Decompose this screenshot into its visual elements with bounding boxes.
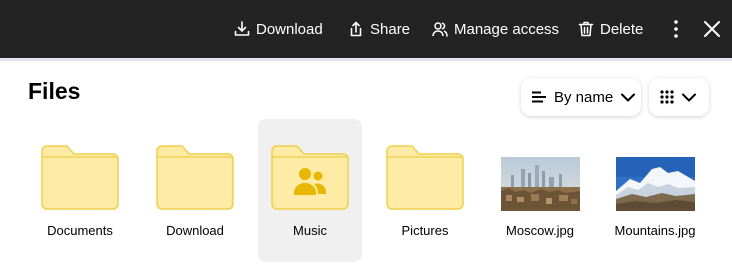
file-item-mountains-jpg[interactable]: Mountains.jpg <box>603 119 707 262</box>
trash-icon <box>578 21 594 37</box>
image-thumbnail <box>501 157 580 211</box>
file-item-moscow-jpg[interactable]: Moscow.jpg <box>488 119 592 262</box>
image-thumbnail <box>616 157 695 211</box>
file-item-label: Mountains.jpg <box>614 223 696 238</box>
file-item-download[interactable]: Download <box>143 119 247 262</box>
sort-label: By name <box>554 88 614 106</box>
sort-dropdown[interactable]: By name <box>521 78 641 116</box>
more-vertical-icon[interactable] <box>668 18 684 40</box>
folder-icon <box>156 145 234 210</box>
file-item-pictures[interactable]: Pictures <box>373 119 477 262</box>
download-label: Download <box>256 20 323 38</box>
share-button[interactable]: Share <box>348 18 410 40</box>
sort-lines-icon <box>532 91 546 103</box>
download-button[interactable]: Download <box>234 18 323 40</box>
chevron-down-icon <box>621 93 636 101</box>
people-icon <box>432 22 448 37</box>
file-item-music[interactable]: Music <box>258 119 362 262</box>
manage-access-button[interactable]: Manage access <box>432 18 559 40</box>
view-mode-dropdown[interactable] <box>649 78 709 116</box>
file-item-documents[interactable]: Documents <box>28 119 132 262</box>
delete-label: Delete <box>600 20 644 38</box>
share-icon <box>350 21 362 37</box>
download-icon <box>234 21 250 36</box>
file-item-label: Pictures <box>401 223 449 238</box>
file-item-label: Music <box>293 223 327 238</box>
grid-view-icon <box>660 90 674 104</box>
file-item-label: Download <box>166 223 224 238</box>
chevron-down-icon <box>682 93 696 101</box>
close-icon[interactable] <box>702 19 722 39</box>
folder-icon <box>386 145 464 210</box>
folder-icon <box>41 145 119 210</box>
action-toolbar: Download Share Manage access Delete <box>0 0 732 58</box>
page-title: Files <box>28 78 81 104</box>
manage-access-label: Manage access <box>454 20 560 38</box>
delete-button[interactable]: Delete <box>578 18 643 40</box>
share-label: Share <box>370 20 411 38</box>
file-item-label: Documents <box>47 223 113 238</box>
shared-folder-icon <box>271 145 349 210</box>
file-item-label: Moscow.jpg <box>506 223 574 238</box>
toolbar-divider <box>0 58 732 61</box>
